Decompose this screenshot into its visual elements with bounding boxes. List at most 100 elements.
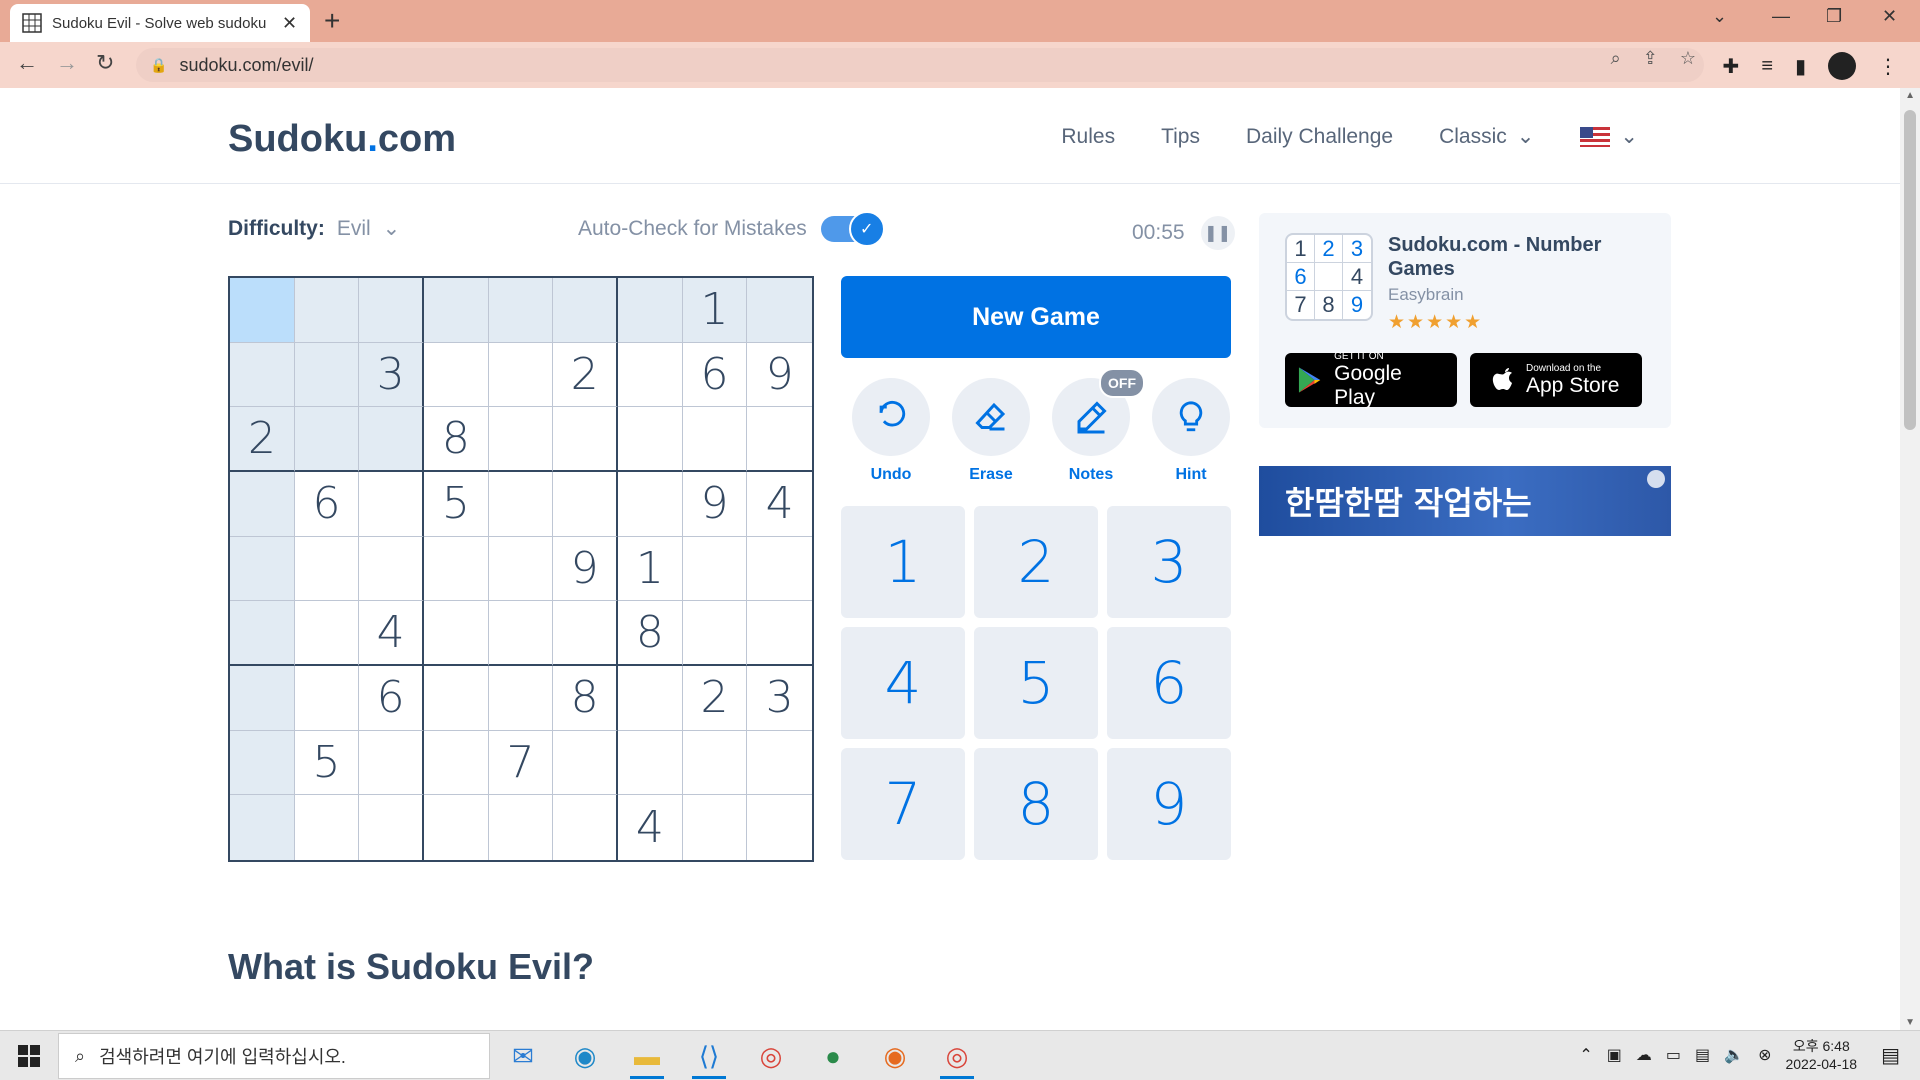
taskbar-search[interactable]: ⌕ 검색하려면 여기에 입력하십시오. — [58, 1033, 490, 1079]
chrome-active-icon[interactable]: ◎ — [934, 1035, 980, 1079]
sudoku-cell[interactable] — [553, 471, 618, 537]
mute-status-icon[interactable]: ⊗ — [1758, 1045, 1771, 1065]
sudoku-cell[interactable]: 2 — [682, 665, 748, 731]
sudoku-cell[interactable] — [359, 471, 424, 537]
sudoku-cell[interactable] — [488, 536, 554, 602]
ad-choices-icon[interactable] — [1647, 470, 1665, 488]
scroll-up-icon[interactable]: ▲ — [1905, 90, 1915, 101]
numpad-key-4[interactable]: 4 — [841, 627, 965, 739]
sudoku-cell[interactable] — [682, 407, 748, 472]
sudoku-cell[interactable] — [359, 536, 424, 602]
sudoku-cell[interactable] — [617, 665, 683, 731]
sudoku-cell[interactable] — [294, 665, 360, 731]
sudoku-cell[interactable]: 5 — [423, 471, 489, 537]
sudoku-cell[interactable] — [423, 665, 489, 731]
extensions-puzzle-icon[interactable]: ✚ — [1723, 54, 1740, 79]
back-icon[interactable]: ← — [16, 50, 38, 76]
edge-icon[interactable]: ◉ — [562, 1035, 608, 1077]
vscode-icon[interactable]: ⟨⟩ — [686, 1035, 732, 1079]
bookmark-star-icon[interactable]: ☆ — [1680, 48, 1696, 69]
numpad-key-9[interactable]: 9 — [1107, 748, 1231, 860]
browser-tab[interactable]: Sudoku Evil - Solve web sudoku ✕ — [10, 4, 310, 42]
nav-daily-challenge[interactable]: Daily Challenge — [1246, 125, 1393, 149]
sudoku-cell[interactable] — [359, 407, 424, 472]
tab-close-icon[interactable]: ✕ — [282, 13, 297, 34]
tray-chevron-up-icon[interactable]: ⌃ — [1579, 1045, 1592, 1065]
sudoku-cell[interactable] — [617, 471, 683, 537]
sudoku-cell[interactable] — [682, 536, 748, 602]
sudoku-cell[interactable] — [294, 278, 360, 343]
numpad-key-2[interactable]: 2 — [974, 506, 1098, 618]
minimize-icon[interactable]: — — [1772, 6, 1790, 27]
sudoku-cell[interactable] — [553, 601, 618, 666]
undo-button[interactable]: Undo — [851, 378, 931, 484]
sudoku-cell[interactable] — [230, 730, 295, 796]
sudoku-cell[interactable] — [295, 795, 360, 860]
sudoku-cell[interactable] — [359, 795, 424, 860]
sudoku-cell[interactable] — [747, 278, 812, 343]
sudoku-cell[interactable]: 6 — [359, 665, 424, 731]
numpad-key-1[interactable]: 1 — [841, 506, 965, 618]
scroll-thumb[interactable] — [1904, 110, 1916, 430]
sudoku-cell[interactable]: 1 — [682, 278, 748, 343]
sudoku-cell[interactable]: 4 — [747, 472, 812, 537]
sudoku-cell[interactable] — [230, 342, 295, 408]
side-panel-icon[interactable]: ▮ — [1795, 54, 1806, 79]
google-play-button[interactable]: GET IT ON Google Play — [1285, 351, 1457, 409]
scroll-down-icon[interactable]: ▼ — [1905, 1017, 1915, 1028]
numpad-key-3[interactable]: 3 — [1107, 506, 1231, 618]
sudoku-cell[interactable] — [553, 278, 618, 343]
sudoku-cell[interactable] — [230, 795, 295, 860]
sudoku-cell[interactable] — [747, 795, 812, 860]
sudoku-cell[interactable]: 2 — [553, 342, 618, 408]
pause-icon[interactable]: ❚❚ — [1200, 216, 1235, 250]
sudoku-cell[interactable] — [294, 342, 360, 408]
zoom-icon[interactable]: ⌕ — [1611, 48, 1621, 69]
sudoku-cell[interactable] — [617, 407, 683, 472]
nav-classic[interactable]: Classic ⌄ — [1439, 124, 1534, 149]
sudoku-cell[interactable] — [423, 601, 489, 666]
sudoku-cell[interactable] — [488, 601, 554, 666]
numpad-key-6[interactable]: 6 — [1107, 627, 1231, 739]
sudoku-cell[interactable] — [230, 278, 295, 343]
close-window-icon[interactable]: ✕ — [1882, 6, 1897, 27]
new-game-button[interactable]: New Game — [841, 276, 1231, 358]
menu-kebab-icon[interactable]: ⋮ — [1878, 54, 1898, 79]
sudoku-cell[interactable] — [489, 795, 554, 860]
app-store-button[interactable]: Download on the App Store — [1470, 353, 1642, 407]
sudoku-cell[interactable]: 4 — [359, 601, 424, 666]
sudoku-cell[interactable]: 6 — [682, 342, 748, 408]
file-explorer-icon[interactable]: ▬ — [624, 1035, 670, 1079]
forward-icon[interactable]: → — [56, 50, 78, 76]
sudoku-cell[interactable] — [747, 601, 812, 666]
sudoku-cell[interactable] — [682, 601, 748, 666]
sudoku-cell[interactable] — [488, 665, 554, 731]
erase-button[interactable]: Erase — [951, 378, 1031, 484]
sudoku-cell[interactable]: 8 — [423, 407, 489, 472]
hint-button[interactable]: Hint — [1151, 378, 1231, 484]
sudoku-cell[interactable] — [230, 601, 295, 666]
reload-icon[interactable]: ↻ — [96, 50, 114, 76]
sudoku-cell[interactable] — [230, 471, 295, 537]
sudoku-cell[interactable] — [553, 407, 618, 472]
notes-button[interactable]: OFF Notes — [1051, 368, 1145, 484]
sudoku-cell[interactable]: 1 — [617, 536, 683, 602]
sudoku-cell[interactable] — [617, 730, 683, 796]
sudoku-cell[interactable] — [617, 342, 683, 408]
share-icon[interactable]: ⇪ — [1643, 48, 1658, 69]
sudoku-cell[interactable]: 3 — [359, 342, 424, 408]
network-icon[interactable]: ▤ — [1695, 1045, 1710, 1065]
meet-now-icon[interactable]: ▣ — [1607, 1045, 1622, 1065]
sudoku-cell[interactable]: 2 — [230, 407, 295, 472]
sudoku-cell[interactable] — [423, 342, 489, 408]
sudoku-cell[interactable] — [359, 730, 424, 796]
tab-search-chevron-icon[interactable]: ⌄ — [1712, 6, 1727, 27]
sudoku-cell[interactable] — [682, 730, 748, 796]
sudoku-cell[interactable] — [747, 537, 812, 602]
sudoku-cell[interactable] — [488, 342, 554, 408]
sudoku-cell[interactable] — [747, 407, 812, 472]
sudoku-cell[interactable] — [294, 601, 360, 666]
chrome-icon[interactable]: ◎ — [748, 1035, 794, 1077]
sudoku-cell[interactable]: 9 — [747, 343, 812, 408]
sudoku-cell[interactable]: 3 — [747, 666, 812, 731]
